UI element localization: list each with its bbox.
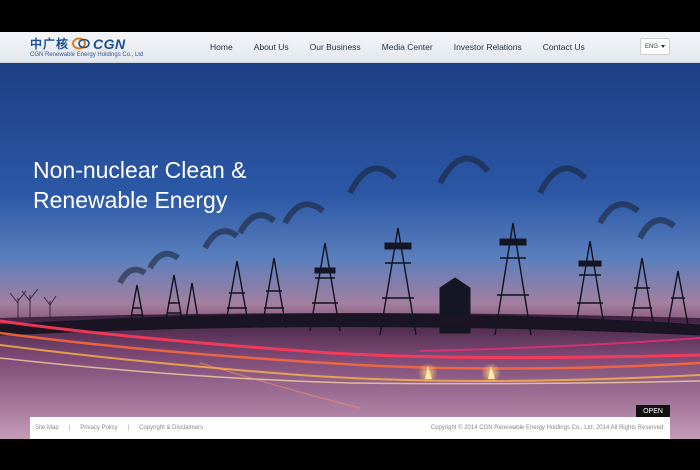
nav-our-business[interactable]: Our Business <box>310 42 361 52</box>
footer-link-site-map[interactable]: Site Map <box>35 425 59 431</box>
hero-headline-line2: Renewable Energy <box>33 187 228 213</box>
main-nav: Home About Us Our Business Media Center … <box>210 32 606 62</box>
nav-contact-us[interactable]: Contact Us <box>543 42 585 52</box>
footer-link-copyright[interactable]: Copyright & Disclaimers <box>139 425 203 431</box>
site-header: 中广核 CGN CGN Renewable Energy Holdings Co… <box>0 32 700 63</box>
hero-headline: Non-nuclear Clean & Renewable Energy <box>33 155 247 215</box>
open-button[interactable]: OPEN <box>636 405 670 417</box>
nav-about-us[interactable]: About Us <box>254 42 289 52</box>
footer-link-privacy-policy[interactable]: Privacy Policy <box>80 425 117 431</box>
cgn-swirl-icon <box>72 37 90 50</box>
hero-headline-line1: Non-nuclear Clean & <box>33 157 247 183</box>
language-value: ENG <box>644 43 658 50</box>
footer-separator: | <box>127 425 130 431</box>
nav-home[interactable]: Home <box>210 42 233 52</box>
company-name: CGN Renewable Energy Holdings Co., Ltd <box>30 52 144 58</box>
cgn-logo[interactable]: 中广核 CGN CGN Renewable Energy Holdings Co… <box>30 36 160 60</box>
footer-links: Site Map | Privacy Policy | Copyright & … <box>35 425 203 431</box>
nav-investor-relations[interactable]: Investor Relations <box>454 42 522 52</box>
hero-banner: Non-nuclear Clean & Renewable Energy <box>0 63 700 439</box>
hero-oilfield-illustration <box>0 155 700 439</box>
logo-cgn-text: CGN <box>93 35 126 52</box>
page-frame: 中广核 CGN CGN Renewable Energy Holdings Co… <box>0 32 700 439</box>
chevron-down-icon <box>661 45 665 48</box>
copyright-text: Copyright © 2014 CGN Renewable Energy Ho… <box>430 425 665 431</box>
footer-separator: | <box>68 425 71 431</box>
nav-media-center[interactable]: Media Center <box>382 42 433 52</box>
logo-chinese-text: 中广核 <box>30 37 70 51</box>
language-select[interactable]: ENG <box>640 38 670 55</box>
site-footer: Site Map | Privacy Policy | Copyright & … <box>30 417 670 439</box>
